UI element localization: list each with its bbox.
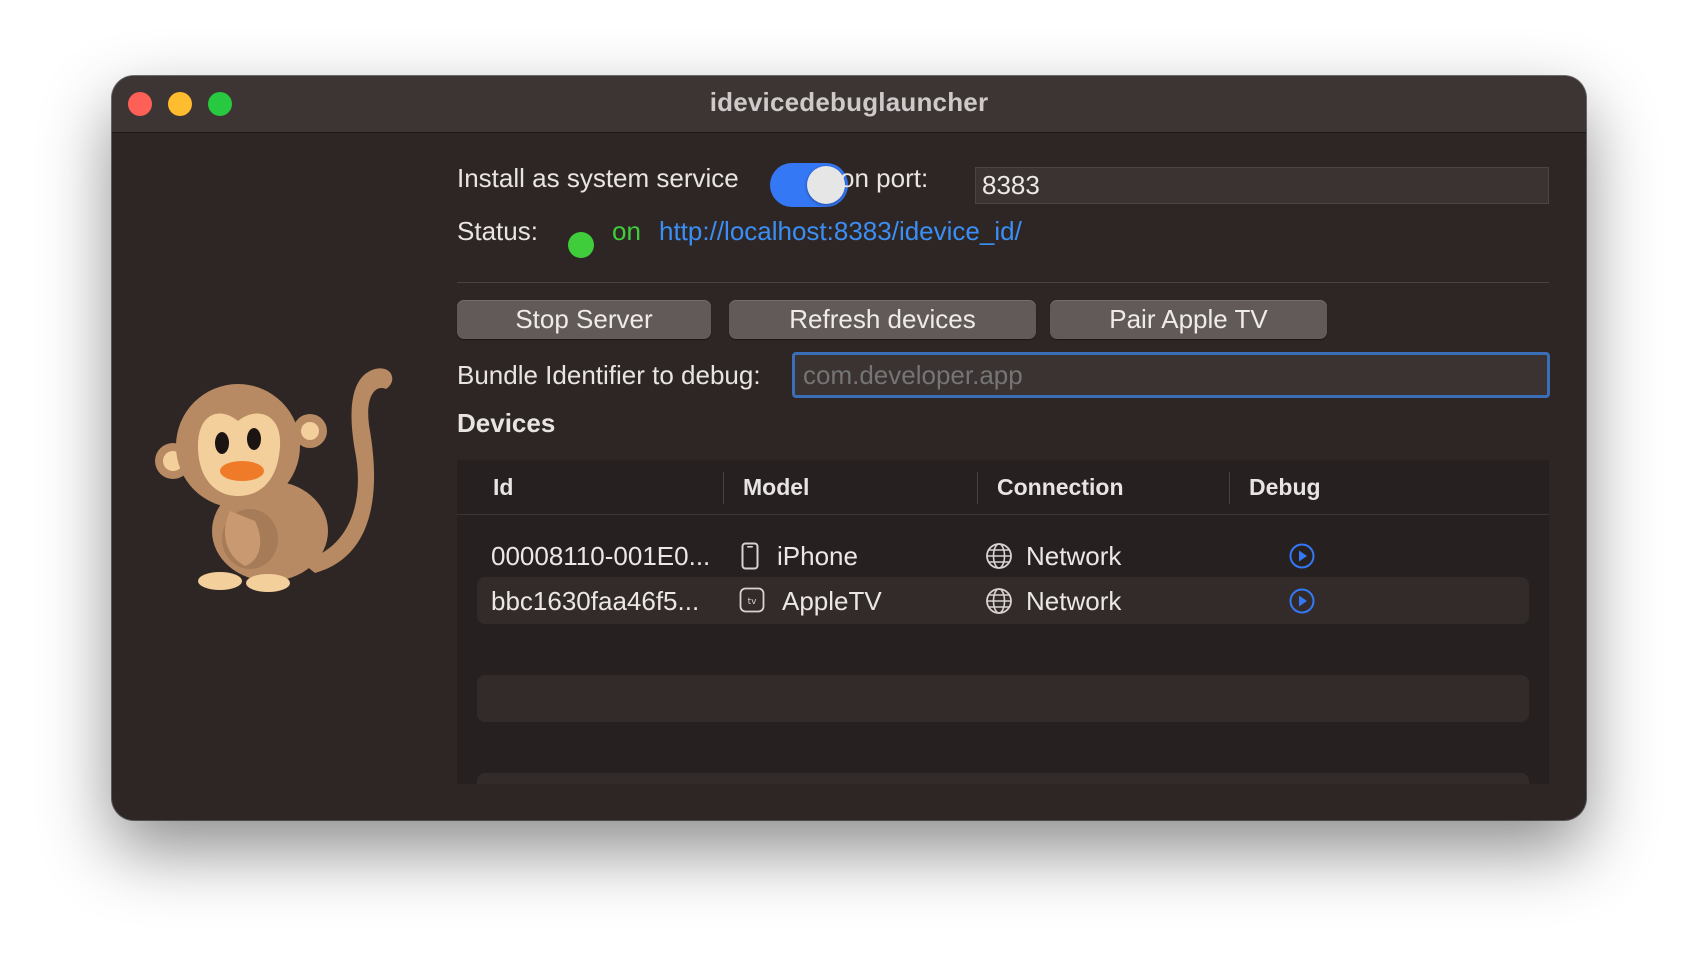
globe-icon [986, 588, 1012, 614]
column-divider [1229, 472, 1230, 504]
separator [457, 282, 1549, 283]
port-label: on port: [840, 163, 929, 193]
table-row[interactable]: bbc1630faa46f5... tv AppleTV Network [477, 577, 1529, 624]
iphone-icon [741, 542, 759, 570]
column-header-connection[interactable]: Connection [997, 474, 1124, 501]
column-divider [723, 472, 724, 504]
device-id: 00008110-001E0... [491, 541, 711, 571]
svg-text:tv: tv [748, 597, 758, 607]
play-circle-icon[interactable] [1289, 588, 1315, 614]
refresh-devices-button[interactable]: Refresh devices [729, 300, 1036, 339]
empty-table-row [477, 675, 1529, 722]
column-header-debug[interactable]: Debug [1249, 474, 1321, 501]
device-model: AppleTV [782, 586, 882, 616]
stop-server-button[interactable]: Stop Server [457, 300, 711, 339]
status-url-link[interactable]: http://localhost:8383/idevice_id/ [659, 216, 1022, 247]
column-header-model[interactable]: Model [743, 474, 809, 501]
port-input[interactable] [975, 167, 1549, 204]
device-model: iPhone [777, 541, 858, 571]
globe-icon [986, 543, 1012, 569]
devices-heading: Devices [457, 408, 556, 438]
table-header: Id Model Connection Debug [457, 460, 1549, 515]
device-connection: Network [1026, 541, 1122, 571]
bundle-identifier-label: Bundle Identifier to debug: [457, 360, 761, 390]
status-state: on [612, 216, 641, 246]
empty-table-row [477, 773, 1529, 784]
appletv-icon: tv [739, 587, 765, 613]
system-service-toggle[interactable] [770, 163, 848, 207]
device-id: bbc1630faa46f5... [491, 586, 700, 616]
install-service-label: Install as system service [457, 163, 739, 193]
window-title: idevicedebuglauncher [709, 87, 989, 117]
monkey-mascot-icon [155, 368, 393, 592]
pair-apple-tv-button[interactable]: Pair Apple TV [1050, 300, 1327, 339]
play-circle-icon[interactable] [1289, 543, 1315, 569]
device-connection: Network [1026, 586, 1122, 616]
table-row[interactable]: 00008110-001E0... iPhone Network [477, 532, 1529, 579]
status-label: Status: [457, 216, 538, 246]
status-indicator-icon [568, 232, 594, 258]
app-window: idevicedebuglauncher Install as system s… [112, 76, 1586, 820]
title-bar: idevicedebuglauncher [112, 76, 1586, 133]
column-divider [977, 472, 978, 504]
bundle-identifier-input[interactable] [792, 352, 1550, 398]
column-header-id[interactable]: Id [493, 474, 513, 501]
devices-table: Id Model Connection Debug 00008110-001E0… [457, 460, 1549, 784]
